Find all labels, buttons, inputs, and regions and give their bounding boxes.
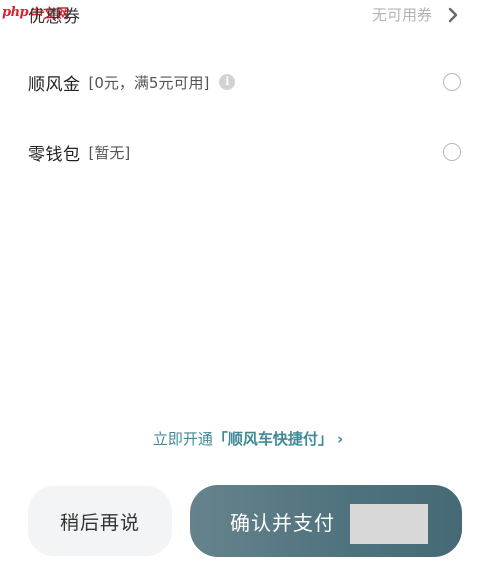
coupon-selector[interactable]: 无可用券 xyxy=(372,4,460,25)
quickpay-open-quote: 「 xyxy=(212,430,228,448)
wallet-label-group: 零钱包 [暂无] xyxy=(28,140,130,165)
chevron-right-icon xyxy=(448,7,458,22)
quickpay-prefix: 立即开通 xyxy=(152,430,213,448)
quickpay-link[interactable]: 立即开通「顺风车快捷付」 › xyxy=(0,428,496,449)
gold-label: 顺风金 xyxy=(28,74,81,95)
quickpay-name: 顺风车快捷付 xyxy=(227,430,318,448)
wallet-label: 零钱包 xyxy=(28,144,81,165)
coupon-row[interactable]: 优惠券 无可用券 xyxy=(0,0,496,28)
amount-redaction xyxy=(350,504,428,544)
wallet-note: [暂无] xyxy=(88,143,131,162)
wallet-row[interactable]: 零钱包 [暂无] xyxy=(0,134,496,170)
gold-note: [0元，满5元可用] xyxy=(88,73,210,92)
later-button[interactable]: 稍后再说 xyxy=(28,486,172,556)
coupon-label: 优惠券 xyxy=(28,7,81,27)
coupon-status: 无可用券 xyxy=(371,6,432,24)
gold-radio[interactable] xyxy=(443,73,461,91)
quickpay-close-quote: 」 xyxy=(317,430,333,448)
info-icon[interactable]: i xyxy=(219,74,236,90)
gold-label-group: 顺风金 [0元，满5元可用] i xyxy=(28,70,236,95)
wallet-radio[interactable] xyxy=(443,143,461,161)
chevron-right-icon: › xyxy=(336,430,344,448)
gold-row[interactable]: 顺风金 [0元，满5元可用] i xyxy=(0,64,496,100)
